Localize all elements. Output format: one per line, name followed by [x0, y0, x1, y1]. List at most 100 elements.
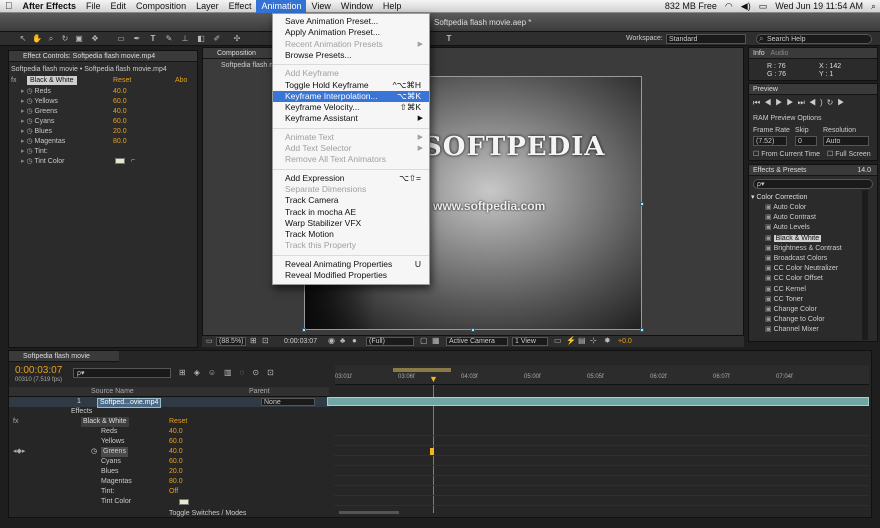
expand-triangle-icon[interactable]: ▸	[21, 118, 25, 125]
ec-param-value[interactable]: 20.0	[113, 127, 127, 136]
clock[interactable]: Wed Jun 19 11:54 AM	[771, 1, 867, 11]
menu-view[interactable]: View	[306, 0, 335, 13]
ec-param-row[interactable]: ▸ ◷ Blues	[21, 127, 52, 136]
effect-preset-item[interactable]: ▣ Auto Levels	[765, 223, 810, 232]
tint-color-swatch[interactable]	[115, 158, 125, 164]
tl-param-row[interactable]: Cyans 60.0	[9, 457, 329, 467]
ec-param-value[interactable]: 60.0	[113, 97, 127, 106]
app-menu[interactable]: After Effects	[18, 0, 82, 13]
layer-duration-bar[interactable]	[327, 397, 869, 406]
graph-editor-icon[interactable]: ⊡	[267, 368, 282, 377]
menu-item-add-expression[interactable]: Add Expression ⌥⇧=	[273, 173, 429, 184]
tl-track[interactable]	[334, 466, 868, 476]
menu-item-track-camera[interactable]: Track Camera	[273, 195, 429, 206]
puppet-tool-icon[interactable]: ✣	[232, 34, 242, 44]
tl-param-value[interactable]: 20.0	[169, 467, 183, 477]
tl-param-row[interactable]: Tint: Off	[9, 487, 329, 497]
tl-param-value[interactable]: 40.0	[169, 447, 183, 457]
ec-param-value[interactable]: 80.0	[113, 137, 127, 146]
ec-param-row[interactable]: ▸ ◷ Tint Color	[21, 157, 65, 166]
toggle-switches-modes[interactable]: Toggle Switches / Modes	[169, 509, 246, 518]
tl-track[interactable]	[334, 446, 868, 456]
expand-triangle-icon[interactable]: ▸	[21, 128, 25, 135]
work-area-bar[interactable]	[393, 368, 451, 372]
tl-effect-reset[interactable]: Reset	[169, 417, 187, 427]
col-source-name[interactable]: Source Name	[91, 387, 134, 397]
layer-handle-mr[interactable]	[640, 202, 644, 206]
channel-icon[interactable]: ●	[352, 336, 357, 345]
effects-presets-tab[interactable]: Effects & Presets 14.0	[749, 165, 877, 176]
tl-track[interactable]	[334, 496, 868, 506]
menu-animation[interactable]: Animation	[256, 0, 307, 13]
ec-param-value[interactable]: 40.0	[113, 87, 127, 96]
draft-3d-icon[interactable]: ◈	[194, 368, 208, 377]
resolution-select-preview[interactable]: Auto	[823, 136, 869, 146]
expand-triangle-icon[interactable]: ▸	[21, 158, 25, 165]
skip-select[interactable]: 0	[795, 136, 817, 146]
ec-param-row[interactable]: ▸ ◷ Yellows	[21, 97, 58, 106]
menu-item-track-motion[interactable]: Track Motion	[273, 229, 429, 240]
rectangle-tool-icon[interactable]: ▭	[116, 34, 126, 44]
effect-preset-item[interactable]: ▣ CC Color Offset	[765, 274, 823, 283]
layer-row[interactable]: 1 Softped...ovie.mp4 None	[9, 397, 329, 408]
effect-preset-item[interactable]: ▣ Auto Color	[765, 203, 806, 212]
show-snapshot-icon[interactable]: ♣	[340, 336, 345, 345]
menu-item-reveal-modified-properties[interactable]: Reveal Modified Properties	[273, 270, 429, 281]
effect-row[interactable]: fx Black & White Reset	[9, 417, 329, 427]
effects-scrollbar[interactable]	[862, 190, 868, 340]
ec-param-row[interactable]: ▸ ◷ Magentas	[21, 137, 65, 146]
first-frame-icon[interactable]: ⏮	[753, 98, 764, 107]
effect-preset-item[interactable]: ▣ CC Color Neutralizer	[765, 264, 838, 273]
effects-group-row[interactable]: Effects	[9, 407, 329, 417]
menu-effect[interactable]: Effect	[224, 0, 257, 13]
layer-handle-bm[interactable]	[471, 328, 475, 332]
comp-mini-flowchart-icon[interactable]: ⊞	[179, 368, 194, 377]
timeline-tab[interactable]: Softpedia flash movie	[9, 351, 119, 362]
view-layout-select[interactable]: 1 View	[512, 337, 548, 346]
region-icon[interactable]: ▢	[420, 336, 428, 345]
menu-item-reveal-animating-properties[interactable]: Reveal Animating Properties U	[273, 259, 429, 270]
menu-item-keyframe-velocity[interactable]: Keyframe Velocity... ⇧⌘K	[273, 102, 429, 113]
menu-item-apply-animation-preset[interactable]: Apply Animation Preset...	[273, 27, 429, 38]
expand-triangle-icon[interactable]: ▸	[21, 148, 25, 155]
text-tool-icon[interactable]: T	[444, 34, 454, 44]
effect-preset-item[interactable]: ▣ Brightness & Contrast	[765, 244, 842, 253]
motion-blur-icon[interactable]: ◌	[240, 368, 253, 377]
stopwatch-icon[interactable]: ◷	[26, 138, 32, 145]
effect-preset-item[interactable]: ▣ Channel Mixer	[765, 325, 819, 334]
tl-param-row[interactable]: Tint Color	[9, 497, 329, 507]
tl-track[interactable]	[334, 486, 868, 496]
camera-tool-icon[interactable]: ▣	[74, 34, 84, 44]
tl-param-row[interactable]: Magentas 80.0	[9, 477, 329, 487]
menu-composition[interactable]: Composition	[131, 0, 191, 13]
menu-item-warp-stabilizer-vfx[interactable]: Warp Stabilizer VFX	[273, 218, 429, 229]
menu-edit[interactable]: Edit	[106, 0, 132, 13]
col-parent[interactable]: Parent	[249, 387, 270, 397]
tl-param-value[interactable]: 60.0	[169, 437, 183, 447]
viewer-time[interactable]: 0:00:03:07	[284, 338, 317, 345]
menu-file[interactable]: File	[81, 0, 106, 13]
layer-handle-br[interactable]	[640, 328, 644, 332]
menu-item-keyframe-interpolation[interactable]: Keyframe Interpolation... ⌥⌘K	[273, 90, 429, 102]
effect-about-button[interactable]: Abo	[175, 76, 187, 85]
effect-preset-item[interactable]: ▣ Broadcast Colors	[765, 254, 827, 263]
volume-icon[interactable]: ◀)	[737, 1, 755, 12]
ec-param-value[interactable]: 60.0	[113, 117, 127, 126]
roto-brush-tool-icon[interactable]: ✐	[212, 34, 222, 44]
tl-param-row[interactable]: Reds 40.0	[9, 427, 329, 437]
keyframe-marker[interactable]	[430, 448, 434, 455]
tl-track[interactable]	[334, 476, 868, 486]
loop-icon[interactable]: ↻	[827, 98, 838, 107]
info-tab[interactable]: Info Audio	[749, 48, 877, 59]
pixel-aspect-icon[interactable]: ▭	[554, 336, 562, 345]
effect-preset-item[interactable]: ▣ CC Kernel	[765, 285, 806, 294]
ec-param-row[interactable]: ▸ ◷ Cyans	[21, 117, 54, 126]
stopwatch-icon[interactable]: ◷	[26, 158, 32, 165]
effect-name[interactable]: Black & White	[27, 76, 77, 85]
audio-tab-label[interactable]: Audio	[771, 50, 789, 57]
apple-icon[interactable]: 	[0, 0, 18, 13]
stopwatch-icon[interactable]: ◷	[26, 118, 32, 125]
ec-param-value[interactable]: 40.0	[113, 107, 127, 116]
stopwatch-icon[interactable]: ◷	[26, 148, 32, 155]
stopwatch-icon[interactable]: ◷	[26, 108, 32, 115]
